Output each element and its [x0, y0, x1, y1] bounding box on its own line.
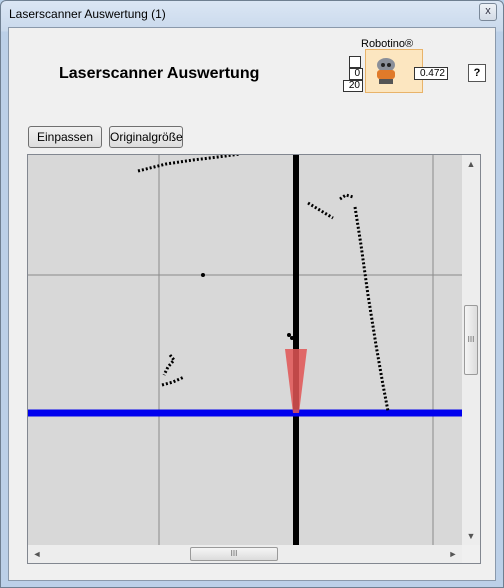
- scroll-down-icon[interactable]: ▼: [462, 527, 480, 545]
- fit-button[interactable]: Einpassen: [28, 126, 102, 148]
- close-button[interactable]: x: [479, 3, 497, 21]
- robotino-output-value: 0.472: [414, 67, 448, 80]
- help-button[interactable]: ?: [468, 64, 486, 82]
- horizontal-scrollbar[interactable]: ◄ III ►: [28, 545, 462, 563]
- horizontal-scroll-thumb[interactable]: III: [190, 547, 278, 561]
- scan-points: [137, 155, 390, 412]
- sensor-cone: [285, 349, 307, 413]
- scroll-up-icon[interactable]: ▲: [462, 155, 480, 173]
- scroll-left-icon[interactable]: ◄: [28, 545, 46, 563]
- scroll-right-icon[interactable]: ►: [444, 545, 462, 563]
- client-area: Laserscanner Auswertung Robotino® 0 20 0…: [8, 27, 496, 581]
- window-title: Laserscanner Auswertung (1): [9, 7, 166, 21]
- scan-canvas[interactable]: [28, 155, 462, 545]
- robotino-robot-icon: [377, 58, 395, 84]
- robotino-input-top[interactable]: 0: [349, 68, 363, 80]
- robotino-input-bottom[interactable]: 20: [343, 80, 363, 92]
- page-title: Laserscanner Auswertung: [59, 65, 260, 82]
- original-size-button[interactable]: Originalgröße: [109, 126, 183, 148]
- laser-scan-view[interactable]: ▲ III ▼ ◄ III ►: [27, 154, 481, 564]
- vertical-scroll-thumb[interactable]: III: [464, 305, 478, 375]
- scan-plot: [28, 155, 462, 545]
- robotino-enable-checkbox[interactable]: [349, 56, 361, 68]
- application-window: Laserscanner Auswertung (1) x Laserscann…: [0, 0, 504, 588]
- title-bar[interactable]: Laserscanner Auswertung (1) x: [1, 1, 503, 27]
- vertical-scrollbar[interactable]: ▲ III ▼: [462, 155, 480, 545]
- scrollbar-corner: [462, 545, 480, 563]
